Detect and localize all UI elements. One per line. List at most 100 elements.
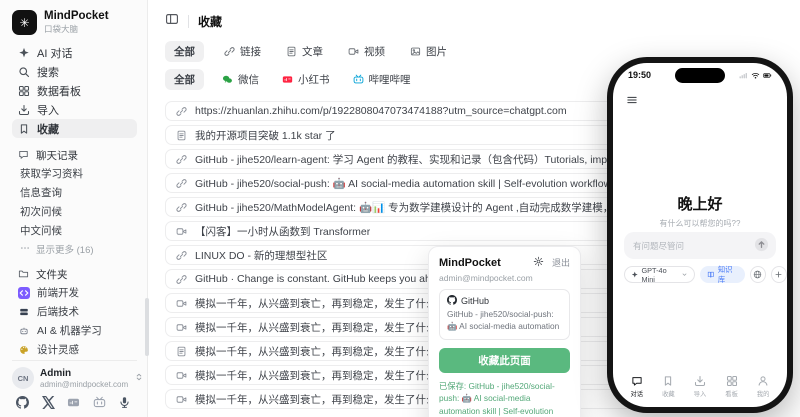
filter-source-bilibili[interactable]: 哔哩哔哩 [348, 69, 416, 90]
menu-button[interactable] [626, 94, 638, 108]
person-icon [757, 375, 769, 387]
signal-icon [739, 71, 748, 80]
chat-history-item[interactable]: 初次问候 [12, 202, 137, 221]
search-icon [18, 66, 30, 78]
phone-tab-import[interactable]: 导入 [684, 375, 716, 398]
list-item-title: GitHub - jihe520/learn-agent: 学习 Agent 的… [195, 152, 640, 167]
main-header: 收藏 [165, 12, 800, 30]
filter-type-image[interactable]: 图片 [405, 41, 452, 62]
question-input[interactable]: 有问题尽管问 [624, 232, 776, 259]
xhs-icon [282, 74, 293, 85]
video-icon [176, 298, 187, 309]
link-icon [176, 250, 187, 261]
tab-label: 对话 [631, 389, 644, 398]
sidebar-scrollbar[interactable] [145, 298, 149, 356]
save-page-button[interactable]: 收藏此页面 [439, 348, 570, 373]
x-icon[interactable] [42, 396, 55, 409]
list-item-title: LINUX DO - 新的理想型社区 [195, 248, 327, 263]
sidebar-item-dashboard[interactable]: 数据看板 [12, 81, 137, 100]
list-item-title: 【闪客】一小时从函数到 Transformer [195, 224, 370, 239]
sidebar-item-label: 数据看板 [37, 83, 81, 99]
wifi-icon [751, 71, 760, 80]
chat-history-item[interactable]: 信息查询 [12, 183, 137, 202]
section-folders: 文件夹 [12, 266, 137, 283]
sidebar-item-search[interactable]: 搜索 [12, 62, 137, 81]
design-folder-icon [18, 344, 30, 356]
filter-label: 全部 [174, 72, 195, 87]
phone-statusbar: 19:50 [613, 70, 787, 80]
video-icon [176, 226, 187, 237]
xiaohongshu-icon[interactable] [67, 396, 80, 409]
saved-status-text: 已保存: GitHub - jihe520/social-push: 🤖 AI … [439, 380, 570, 417]
account-switcher[interactable]: CN Admin admin@mindpocket.com [12, 360, 137, 389]
phone-tab-board[interactable]: 看板 [716, 375, 748, 398]
chevron-down-icon [681, 271, 688, 278]
chat-history-item[interactable]: 中文问候 [12, 221, 137, 240]
folder-item-design[interactable]: 设计灵感 [12, 340, 137, 359]
sidebar-item-label: 搜索 [37, 64, 59, 80]
sidebar-toggle-icon [165, 12, 179, 26]
globe-icon [753, 270, 762, 279]
import-icon [18, 104, 30, 116]
mic-icon[interactable] [118, 396, 131, 409]
app-logo-row: ✳ MindPocket 口袋大脑 [12, 10, 137, 35]
filter-label: 视频 [364, 44, 385, 59]
sparkle-icon [18, 47, 30, 59]
filter-type-all[interactable]: 全部 [165, 41, 204, 62]
filter-type-link[interactable]: 链接 [219, 41, 266, 62]
filter-type-article[interactable]: 文章 [281, 41, 328, 62]
code-icon [19, 288, 29, 298]
phone-screen: 19:50 晚上好 有什么可以帮您的吗?? 有问题尽管问 GPT-4o Mini… [613, 63, 787, 407]
logout-button[interactable]: 退出 [552, 256, 570, 269]
knowledge-base-icon [707, 271, 715, 279]
link-icon [176, 178, 187, 189]
phone-tab-favorites[interactable]: 收藏 [653, 375, 685, 398]
folder-icon [18, 268, 29, 279]
tab-label: 导入 [694, 389, 707, 398]
import-icon [694, 375, 706, 387]
video-icon [176, 370, 187, 381]
list-item-title: 我的开源项目突破 1.1k star 了 [195, 128, 336, 143]
sidebar-item-label: 收藏 [37, 121, 59, 137]
knowledge-base-chip[interactable]: 知识库 [700, 266, 744, 283]
phone-tab-chat[interactable]: 对话 [621, 375, 653, 398]
filter-source-wechat[interactable]: 微信 [217, 69, 264, 90]
server-icon [19, 307, 29, 317]
filter-type-video[interactable]: 视频 [343, 41, 390, 62]
filter-source-xiaohongshu[interactable]: 小红书 [277, 69, 335, 90]
list-item[interactable]: GitHub - jihe520/MathModelAgent: 🤖📊 专为数学… [165, 197, 651, 217]
add-chip[interactable] [771, 266, 787, 283]
app-name: MindPocket [44, 10, 109, 23]
filter-label: 图片 [426, 44, 447, 59]
ai-ml-folder-icon [18, 325, 30, 337]
list-item[interactable]: 我的开源项目突破 1.1k star 了 [165, 125, 651, 145]
github-icon[interactable] [16, 396, 29, 409]
more-icon [20, 243, 30, 253]
list-item[interactable]: 【闪客】一小时从函数到 Transformer [165, 221, 651, 241]
send-button[interactable] [754, 237, 769, 255]
sidebar-item-import[interactable]: 导入 [12, 100, 137, 119]
show-more-button[interactable]: 显示更多 (16) [12, 240, 137, 257]
list-item-title: 模拟一千年，从兴盛到衰亡，再到稳定，发生了什么？ [195, 392, 447, 407]
web-search-chip[interactable] [750, 266, 766, 283]
list-item[interactable]: https://zhuanlan.zhihu.com/p/19228080470… [165, 101, 651, 121]
send-icon [754, 237, 769, 252]
folder-item-backend[interactable]: 后端技术 [12, 302, 137, 321]
account-email: admin@mindpocket.com [40, 380, 128, 389]
chat-history-item[interactable]: 获取学习资料 [12, 164, 137, 183]
sidebar-item-ai-chat[interactable]: AI 对话 [12, 43, 137, 62]
grid-icon [18, 85, 30, 97]
filter-source-all[interactable]: 全部 [165, 69, 204, 90]
list-item[interactable]: GitHub - jihe520/social-push: 🤖 AI socia… [165, 173, 651, 193]
phone-tab-profile[interactable]: 我的 [747, 375, 779, 398]
filter-label: 小红书 [298, 72, 330, 87]
palette-icon [19, 345, 29, 355]
folder-item-frontend[interactable]: 前端开发 [12, 283, 137, 302]
greeting-title: 晚上好 [613, 193, 787, 214]
sidebar-item-favorites[interactable]: 收藏 [12, 119, 137, 138]
bilibili-icon[interactable] [93, 396, 106, 409]
list-item[interactable]: GitHub - jihe520/learn-agent: 学习 Agent 的… [165, 149, 651, 169]
chat-icon [631, 375, 643, 387]
model-selector[interactable]: GPT-4o Mini [624, 266, 695, 283]
folder-item-ai-ml[interactable]: AI & 机器学习 [12, 321, 137, 340]
